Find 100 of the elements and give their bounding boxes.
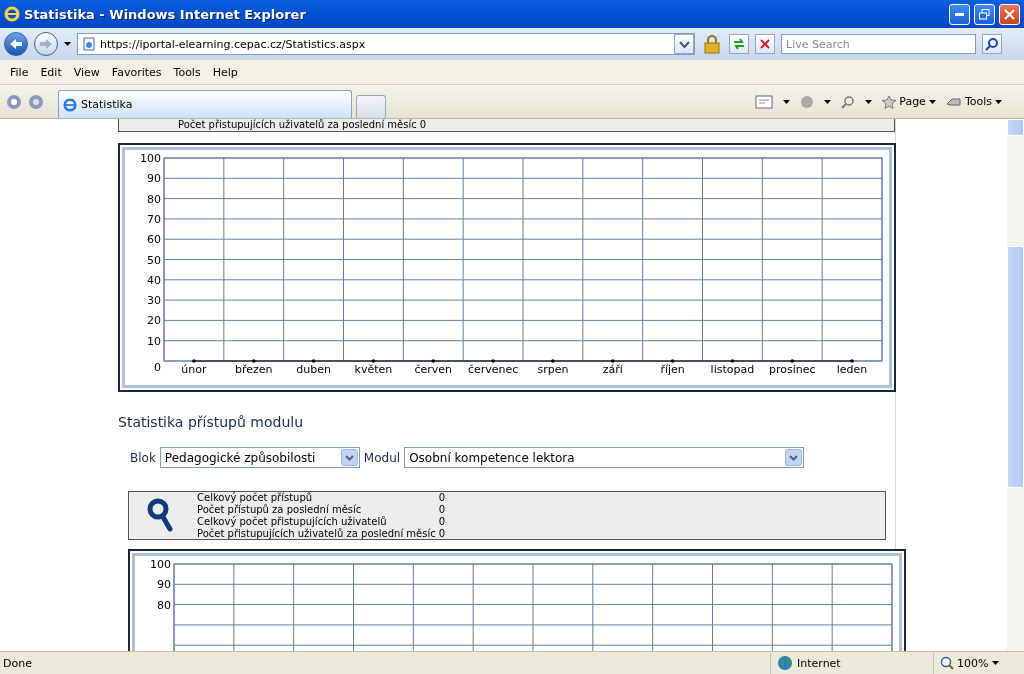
axis-label: 70 xyxy=(147,212,161,226)
search-button[interactable] xyxy=(982,34,1002,54)
stat-label: Počet přistupujících uživatelů za poslední měsíc xyxy=(197,528,436,539)
data-point xyxy=(371,359,376,363)
axis-label: červenec xyxy=(467,363,519,376)
close-icon xyxy=(1004,8,1015,20)
menu-item[interactable]: File xyxy=(4,63,35,81)
stat-value: 0 xyxy=(438,504,446,515)
filter-label: Blok xyxy=(130,450,156,465)
stop-icon xyxy=(759,38,771,50)
menu-item[interactable]: Edit xyxy=(34,63,68,81)
menu-item[interactable]: Help xyxy=(206,63,244,81)
axis-label: 50 xyxy=(147,253,161,267)
tools-icon xyxy=(945,95,962,108)
axis-label: 90 xyxy=(157,578,171,592)
stat-value: 0 xyxy=(438,492,446,503)
stat-value: 0 xyxy=(438,516,446,527)
search-field[interactable]: Live Search xyxy=(781,34,976,54)
stat-label: Počet přístupů za poslední měsíc xyxy=(197,504,362,515)
browser-tab[interactable]: Statistika xyxy=(58,90,352,118)
dropdown-button[interactable] xyxy=(674,34,694,54)
axis-label: prosinec xyxy=(768,363,816,376)
section-title: Statistika přístupů modulu xyxy=(118,414,305,432)
page-icon xyxy=(82,37,96,51)
caret-icon xyxy=(992,661,1000,665)
back-arrow-icon xyxy=(9,38,23,50)
data-point xyxy=(251,359,256,363)
address-field[interactable]: https://iportal-elearning.cepac.cz/Statistics.aspx xyxy=(77,33,695,55)
axis-label: září xyxy=(602,363,623,376)
axis-label: 40 xyxy=(147,273,161,287)
data-point xyxy=(551,359,555,363)
star-icon xyxy=(882,94,897,109)
stat-value: 0 xyxy=(419,119,427,131)
axis-label: květen xyxy=(354,363,393,376)
search-icon xyxy=(985,37,999,51)
zoom-button[interactable]: 100% xyxy=(940,656,989,670)
axis-label: 0 xyxy=(154,361,161,374)
close-button[interactable] xyxy=(999,3,1020,25)
data-point xyxy=(311,359,316,363)
axis-label: červen xyxy=(414,363,453,376)
status-text: Done xyxy=(2,656,33,670)
stat-label: Celkový počet přístupů xyxy=(197,492,313,503)
stat-label: Počet přistupujících uživatelů za poslední měsíc xyxy=(178,119,417,131)
browser-logo-icon xyxy=(63,97,77,112)
axis-label: 20 xyxy=(147,314,161,328)
axis-label: březen xyxy=(235,363,273,376)
axis-label: 100 xyxy=(150,558,171,571)
new-tab-button[interactable] xyxy=(356,95,386,118)
zoom-icon[interactable] xyxy=(841,94,856,109)
browser-logo-icon xyxy=(4,6,20,22)
back-button[interactable] xyxy=(4,32,28,56)
caret-icon xyxy=(824,99,832,104)
axis-label: duben xyxy=(296,363,331,376)
minimize-button[interactable] xyxy=(949,3,970,25)
axis-label: 90 xyxy=(147,172,161,186)
menu-item[interactable]: View xyxy=(67,63,106,81)
caret-icon xyxy=(865,99,873,104)
caret-icon xyxy=(995,99,1002,104)
axis-label: 30 xyxy=(147,294,161,308)
command-button[interactable]: Tools xyxy=(945,95,1002,108)
scrollbar[interactable] xyxy=(1007,119,1024,651)
axis-label: 60 xyxy=(147,233,161,247)
stop-button[interactable] xyxy=(755,34,775,54)
axis-label: 100 xyxy=(140,152,161,165)
minimize-icon xyxy=(955,12,964,16)
stat-value: 0 xyxy=(438,528,446,539)
data-point xyxy=(192,359,196,363)
data-point xyxy=(431,359,436,363)
axis-label: 10 xyxy=(147,334,161,348)
filter-label: Modul xyxy=(363,450,401,465)
magnifier-icon xyxy=(147,497,173,534)
menu-item[interactable]: Favorites xyxy=(105,63,168,81)
axis-label: leden xyxy=(836,363,868,376)
axis-label: říjen xyxy=(660,363,685,376)
data-point xyxy=(610,359,615,363)
data-point xyxy=(790,359,795,363)
command-button[interactable]: Page xyxy=(882,94,936,109)
data-point xyxy=(850,359,854,363)
axis-label: únor xyxy=(181,363,207,376)
menu-item[interactable]: Tools xyxy=(167,63,207,81)
select-field[interactable]: Pedagogické způsobilosti xyxy=(159,447,360,468)
refresh-button[interactable] xyxy=(729,34,749,54)
caret-icon xyxy=(783,99,791,104)
magnifier-icon xyxy=(940,656,954,670)
axis-label: 80 xyxy=(157,598,171,612)
axis-label: srpen xyxy=(537,363,569,376)
data-point xyxy=(730,359,735,363)
restore-button[interactable] xyxy=(974,3,995,25)
axis-label: 80 xyxy=(147,192,161,206)
caret-icon xyxy=(928,99,936,104)
refresh-icon xyxy=(732,37,746,51)
data-point xyxy=(670,359,675,363)
lock-icon[interactable] xyxy=(701,33,723,55)
select-field[interactable]: Osobní kompetence lektora xyxy=(404,447,805,468)
globe-icon xyxy=(777,655,793,671)
stat-label: Celkový počet přistupujících uživatelů xyxy=(197,516,387,527)
forward-button[interactable] xyxy=(34,32,58,56)
window-title: Statistika - Windows Internet Explorer xyxy=(24,6,307,22)
axis-label: listopad xyxy=(710,363,755,376)
caret-icon xyxy=(64,42,71,46)
